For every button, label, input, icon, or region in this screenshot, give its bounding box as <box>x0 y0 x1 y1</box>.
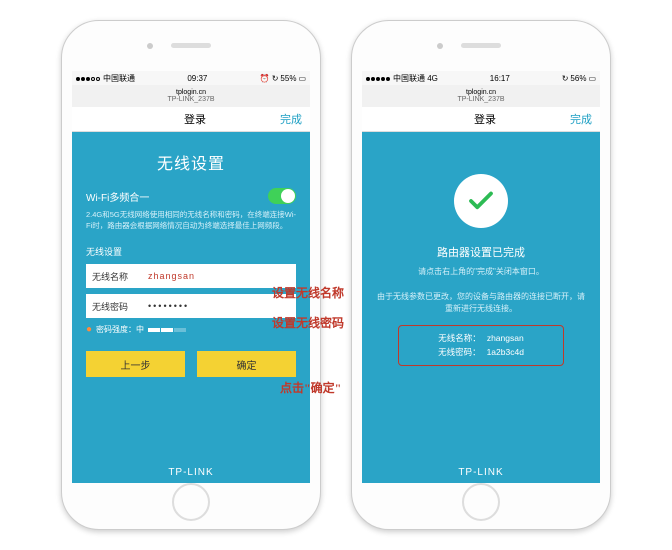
page-nav-title: 登录 <box>400 111 570 127</box>
alarm-icon: ⏰ <box>260 74 270 83</box>
brand-logo: TP-LINK <box>362 467 600 478</box>
strength-label: 密码强度：中 <box>96 324 144 335</box>
url-ssid: TP-LINK_237B <box>167 96 214 103</box>
info-password-value: 1a2b3c4d <box>487 346 524 360</box>
signal-dots-icon <box>366 74 391 83</box>
browser-url-bar[interactable]: tplogin.cn TP-LINK_237B <box>72 85 310 107</box>
screen-right: 中国联通 4G 16:17 ↻ 56% ▭ tplogin.cn TP-LINK… <box>362 71 600 483</box>
password-strength: ● 密码强度：中 <box>86 324 296 335</box>
battery-icon: ▭ <box>298 74 306 83</box>
content-area: 无线设置 Wi-Fi多频合一 2.4G和5G无线网络使用相同的无线名称和密码，在… <box>72 132 310 483</box>
page-nav-bar: 登录 完成 <box>72 107 310 132</box>
battery-icon: ▭ <box>588 74 596 83</box>
phone-camera <box>147 43 153 49</box>
info-ssid-label: 无线名称： <box>438 332 481 346</box>
warning-icon: ● <box>86 324 92 335</box>
success-check-icon <box>454 174 508 228</box>
strength-bars-icon <box>148 328 186 332</box>
annotation-ssid: 设置无线名称 <box>272 284 344 301</box>
phone-speaker <box>171 43 211 48</box>
status-bar: 中国联通 4G 16:17 ↻ 56% ▭ <box>362 71 600 85</box>
info-password-label: 无线密码： <box>438 346 481 360</box>
multiband-description: 2.4G和5G无线网络使用相同的无线名称和密码，在终端连接Wi-Fi时，路由器会… <box>86 210 296 231</box>
info-ssid-value: zhangsan <box>487 332 524 346</box>
carrier-label: 中国联通 4G <box>393 73 438 84</box>
page-nav-title: 登录 <box>110 111 280 127</box>
success-title: 路由器设置已完成 <box>376 244 586 260</box>
battery-label: 56% <box>570 74 586 83</box>
credentials-box: 无线名称： zhangsan 无线密码： 1a2b3c4d <box>398 325 564 366</box>
button-row: 上一步 确定 <box>86 351 296 377</box>
url-host: tplogin.cn <box>176 89 206 96</box>
carrier-label: 中国联通 <box>103 73 135 84</box>
password-field[interactable]: 无线密码 •••••••• <box>86 294 296 318</box>
ssid-label: 无线名称 <box>86 270 144 283</box>
annotation-ok: 点击"确定" <box>280 379 341 396</box>
done-link[interactable]: 完成 <box>570 111 592 127</box>
browser-url-bar[interactable]: tplogin.cn TP-LINK_237B <box>362 85 600 107</box>
home-button[interactable] <box>172 483 210 521</box>
ssid-input[interactable]: zhangsan <box>144 271 296 281</box>
signal-dots-icon <box>76 74 101 83</box>
status-bar: 中国联通 09:37 ⏰ ↻ 55% ▭ <box>72 71 310 85</box>
done-link[interactable]: 完成 <box>280 111 302 127</box>
phone-speaker <box>461 43 501 48</box>
url-ssid: TP-LINK_237B <box>457 96 504 103</box>
multiband-toggle[interactable] <box>268 188 296 204</box>
wireless-section-label: 无线设置 <box>86 245 296 258</box>
page-title: 无线设置 <box>86 150 296 174</box>
prev-button[interactable]: 上一步 <box>86 351 185 377</box>
home-button[interactable] <box>462 483 500 521</box>
clock: 16:17 <box>490 74 510 83</box>
annotation-password: 设置无线密码 <box>272 314 344 331</box>
phone-left: 中国联通 09:37 ⏰ ↻ 55% ▭ tplogin.cn TP-LINK_… <box>61 20 321 530</box>
orientation-lock-icon: ↻ <box>562 74 569 83</box>
phone-right: 中国联通 4G 16:17 ↻ 56% ▭ tplogin.cn TP-LINK… <box>351 20 611 530</box>
reconnect-note: 由于无线参数已更改，您的设备与路由器的连接已断开，请重新进行无线连接。 <box>376 291 586 315</box>
content-area: 路由器设置已完成 请点击右上角的"完成"关闭本窗口。 由于无线参数已更改，您的设… <box>362 132 600 483</box>
ok-button[interactable]: 确定 <box>197 351 296 377</box>
password-label: 无线密码 <box>86 300 144 313</box>
success-subtitle: 请点击右上角的"完成"关闭本窗口。 <box>376 266 586 277</box>
toggle-label: Wi-Fi多频合一 <box>86 189 149 204</box>
multiband-toggle-row: Wi-Fi多频合一 <box>86 188 296 204</box>
password-input[interactable]: •••••••• <box>144 301 296 311</box>
ssid-field[interactable]: 无线名称 zhangsan <box>86 264 296 288</box>
url-host: tplogin.cn <box>466 89 496 96</box>
orientation-lock-icon: ↻ <box>272 74 279 83</box>
brand-logo: TP-LINK <box>72 467 310 478</box>
page-nav-bar: 登录 完成 <box>362 107 600 132</box>
screen-left: 中国联通 09:37 ⏰ ↻ 55% ▭ tplogin.cn TP-LINK_… <box>72 71 310 483</box>
battery-label: 55% <box>280 74 296 83</box>
clock: 09:37 <box>187 74 207 83</box>
phone-camera <box>437 43 443 49</box>
